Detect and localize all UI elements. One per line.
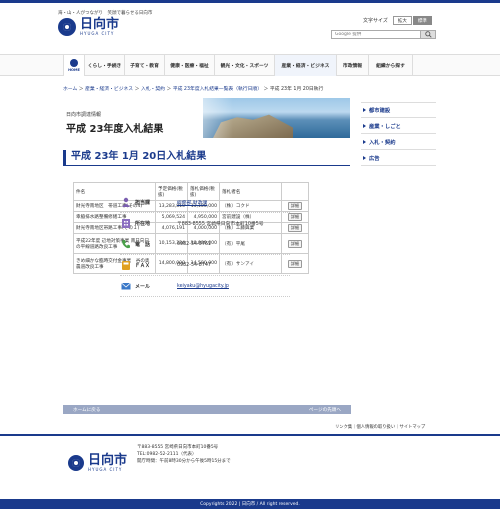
- font-size-normal-button[interactable]: 標準: [412, 16, 432, 25]
- font-size-large-button[interactable]: 拡大: [392, 16, 412, 25]
- footer-logo-sub: HYUGA CITY: [88, 467, 123, 472]
- site-footer: 日向市 HYUGA CITY 〒883-8555 宮崎県日向市本町10番5号 T…: [0, 436, 500, 498]
- page-nav-bar: ホームに戻る ページの先頭へ: [63, 405, 351, 414]
- footer-logo[interactable]: 日向市 HYUGA CITY: [68, 454, 127, 472]
- contact-mail-row: メール keiyaku@hyugacity.jp: [120, 276, 290, 297]
- nav-home-label: HOME: [68, 68, 80, 72]
- nav-item-life[interactable]: くらし・手続き: [84, 55, 124, 76]
- nav-home[interactable]: HOME: [63, 55, 84, 76]
- dept-label: 担当課: [135, 199, 151, 206]
- address-label: 所在地: [135, 220, 151, 227]
- building-icon: [120, 218, 131, 229]
- phone-label: 電 話: [135, 241, 151, 248]
- side-item-bidding[interactable]: 入札・契約: [361, 134, 436, 150]
- nav-item-government[interactable]: 市政情報: [336, 55, 368, 76]
- page-banner: 日向市調達情報 平成 23年度入札結果: [63, 98, 350, 138]
- contact-info: 担当課 総務部 財政課 所在地 〒883-8555 宮崎県日向市本町10番5号 …: [120, 192, 290, 297]
- home-icon: [70, 59, 78, 67]
- detail-button[interactable]: 詳細: [288, 239, 302, 248]
- contact-dept-row: 担当課 総務部 財政課: [120, 192, 290, 213]
- mail-icon: [120, 281, 131, 292]
- side-item-industry[interactable]: 産業・しごと: [361, 118, 436, 134]
- banner-title: 平成 23年度入札結果: [66, 124, 164, 135]
- global-nav: HOME くらし・手続き 子育て・教育 健康・医療・福祉 観光・文化・スポーツ …: [0, 54, 500, 76]
- site-logo[interactable]: 日向市 HYUGA CITY: [58, 15, 138, 39]
- page-title: 平成 23年 1月 20日入札結果: [63, 150, 350, 166]
- nav-item-health[interactable]: 健康・医療・福祉: [164, 55, 214, 76]
- side-menu: 都市建設 産業・しごと 入札・契約 広告: [361, 102, 436, 166]
- banner-subtitle: 日向市調達情報: [66, 112, 102, 118]
- contact-fax-row: ＦＡＸ 0982-54-8747: [120, 255, 290, 276]
- footer-tel: TEL:0982-52-2111（代表）: [137, 452, 197, 457]
- footer-logo-name: 日向市: [88, 453, 128, 468]
- contact-phone-row: 電 話 0982-54-5761: [120, 234, 290, 255]
- fax-label: ＦＡＸ: [135, 262, 151, 269]
- search-button[interactable]: [420, 30, 436, 39]
- person-icon: [120, 197, 131, 208]
- site-header: 海・山・人がつながり 笑顔で暮らせる日向市 日向市 HYUGA CITY 文字サ…: [0, 3, 500, 45]
- city-emblem-icon: [68, 455, 84, 471]
- mail-label: メール: [135, 283, 151, 290]
- breadcrumb: ホーム ＞ 産業・経済・ビジネス ＞ 入札・契約 ＞ 平成 23年度入札結果一覧…: [63, 87, 324, 92]
- back-home-link[interactable]: ホームに戻る: [73, 407, 100, 413]
- font-size-control: 文字サイズ 拡大 標準: [363, 16, 432, 25]
- breadcrumb-bidding[interactable]: 入札・契約: [141, 87, 165, 92]
- fax-value: 0982-54-8747: [177, 262, 211, 268]
- footer-links[interactable]: リンク集｜個人情報の取り扱い｜サイトマップ: [335, 424, 425, 430]
- page-top-link[interactable]: ページの先頭へ: [309, 407, 341, 413]
- footer-hours: 開庁時間：午前8時30分から午後5時15分まで: [137, 459, 231, 464]
- search-icon: [424, 31, 432, 38]
- nav-item-tourism[interactable]: 観光・文化・スポーツ: [214, 55, 274, 76]
- phone-value: 0982-54-5761: [177, 241, 211, 247]
- footer-address: 〒883-8555 宮崎県日向市本町10番5号 TEL:0982-52-2111…: [137, 444, 231, 465]
- detail-button[interactable]: 詳細: [288, 213, 302, 221]
- dept-link[interactable]: 総務部 財政課: [177, 199, 207, 206]
- detail-button[interactable]: 詳細: [288, 202, 302, 210]
- search-input[interactable]: [332, 32, 414, 37]
- mail-link[interactable]: keiyaku@hyugacity.jp: [177, 284, 229, 289]
- side-item-urban[interactable]: 都市建設: [361, 102, 436, 118]
- detail-button[interactable]: 詳細: [288, 259, 302, 268]
- breadcrumb-home[interactable]: ホーム: [63, 87, 77, 92]
- fax-icon: [120, 260, 131, 271]
- logo-name: 日向市: [80, 17, 120, 32]
- logo-sub: HYUGA CITY: [80, 31, 115, 36]
- site-search: [331, 30, 436, 39]
- breadcrumb-results-list[interactable]: 平成 23年度入札結果一覧表（執行日順）: [173, 87, 262, 92]
- font-size-label: 文字サイズ: [363, 18, 388, 24]
- footer-address-line: 〒883-8555 宮崎県日向市本町10番5号: [137, 445, 219, 450]
- copyright: Copyrights 2022 | 日向市 / All right reserv…: [0, 499, 500, 509]
- city-emblem-icon: [58, 18, 76, 36]
- detail-button[interactable]: 詳細: [288, 224, 302, 232]
- nav-item-industry[interactable]: 産業・経済・ビジネス: [274, 55, 336, 76]
- nav-item-organization[interactable]: 組織から探す: [368, 55, 413, 76]
- breadcrumb-industry[interactable]: 産業・経済・ビジネス: [85, 87, 133, 92]
- contact-address-row: 所在地 〒883-8555 宮崎県日向市本町10番5号: [120, 213, 290, 234]
- address-value: 〒883-8555 宮崎県日向市本町10番5号: [177, 221, 264, 227]
- breadcrumb-current: 平成 23年 1月 20日執行: [269, 87, 324, 92]
- side-item-ads[interactable]: 広告: [361, 150, 436, 166]
- phone-icon: [120, 239, 131, 250]
- nav-item-education[interactable]: 子育て・教育: [124, 55, 164, 76]
